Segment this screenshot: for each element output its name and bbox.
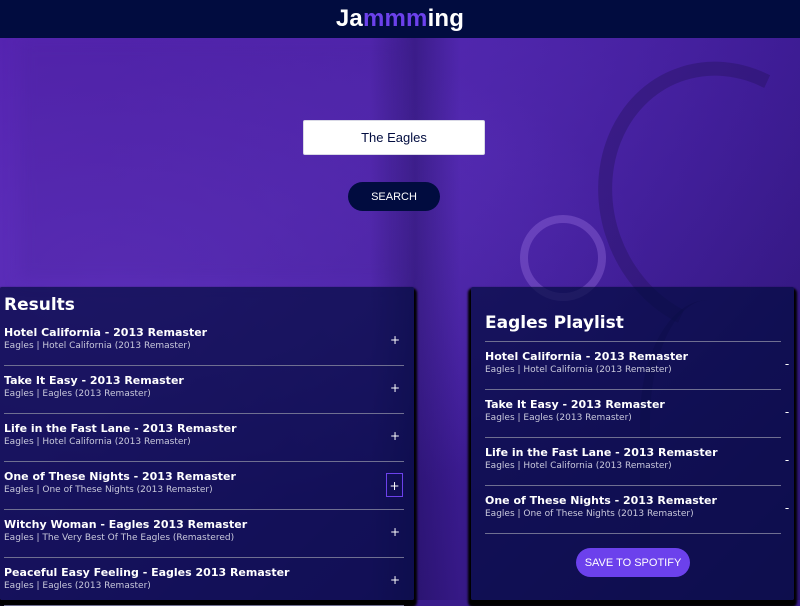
track-name: Life in the Fast Lane - 2013 Remaster (485, 446, 718, 459)
remove-track-button[interactable]: - (778, 402, 796, 422)
result-track: Life in the Fast Lane - 2013 Remaster Ea… (4, 414, 404, 462)
logo-text-highlight: mmm (362, 5, 428, 32)
playlist-name-input[interactable] (485, 313, 779, 333)
add-track-button[interactable]: + (386, 570, 404, 590)
remove-track-button[interactable]: - (778, 450, 796, 470)
track-info: Eagles | Hotel California (2013 Remaster… (485, 365, 672, 375)
track-info: Eagles | Hotel California (2013 Remaster… (485, 461, 672, 471)
add-track-button[interactable]: + (386, 330, 404, 350)
track-name: One of These Nights - 2013 Remaster (485, 494, 717, 507)
track-name: Hotel California - 2013 Remaster (4, 326, 208, 339)
logo-text-end: ing (427, 5, 465, 32)
track-info: Eagles | Eagles (2013 Remaster) (4, 581, 151, 591)
app-logo: Jammming (336, 5, 464, 32)
track-name: Witchy Woman - Eagles 2013 Remaster (4, 518, 248, 531)
playlist-track: Life in the Fast Lane - 2013 Remaster Ea… (485, 438, 789, 486)
track-name: Life in the Fast Lane - 2013 Remaster (4, 422, 237, 435)
playlist-track: One of These Nights - 2013 Remaster Eagl… (485, 486, 789, 534)
add-track-button[interactable]: + (386, 473, 403, 497)
search-input[interactable] (303, 120, 485, 155)
track-name: Take It Easy - 2013 Remaster (4, 374, 184, 387)
playlist-track: Take It Easy - 2013 Remaster Eagles | Ea… (485, 390, 789, 438)
track-info: Eagles | One of These Nights (2013 Remas… (485, 509, 694, 519)
search-results-panel: Results Hotel California - 2013 Remaster… (0, 287, 414, 606)
result-track: Witchy Woman - Eagles 2013 Remaster Eagl… (4, 510, 404, 558)
track-info: Eagles | Hotel California (2013 Remaster… (4, 437, 191, 447)
track-name: Hotel California - 2013 Remaster (485, 350, 689, 363)
track-info: Eagles | The Very Best Of The Eagles (Re… (4, 533, 235, 543)
track-name: Peaceful Easy Feeling - Eagles 2013 Rema… (4, 566, 290, 579)
track-info: Eagles | Eagles (2013 Remaster) (4, 389, 151, 399)
save-to-spotify-button[interactable]: SAVE TO SPOTIFY (576, 548, 690, 577)
add-track-button[interactable]: + (386, 426, 404, 446)
result-track: Take It Easy - 2013 Remaster Eagles | Ea… (4, 366, 404, 414)
track-name: Take It Easy - 2013 Remaster (485, 398, 665, 411)
result-track: One of These Nights - 2013 Remaster Eagl… (4, 462, 404, 510)
result-track: Peaceful Easy Feeling - Eagles 2013 Rema… (4, 558, 404, 606)
logo-text-start: Ja (335, 5, 363, 32)
app-header: Jammming (0, 0, 800, 38)
track-info: Eagles | One of These Nights (2013 Remas… (4, 485, 213, 495)
track-info: Eagles | Eagles (2013 Remaster) (485, 413, 632, 423)
result-track: Hotel California - 2013 Remaster Eagles … (4, 318, 404, 366)
playlist-track: Hotel California - 2013 Remaster Eagles … (485, 342, 789, 390)
track-info: Eagles | Hotel California (2013 Remaster… (4, 341, 191, 351)
background-shade (20, 40, 400, 280)
search-button[interactable]: SEARCH (348, 182, 440, 211)
add-track-button[interactable]: + (386, 522, 404, 542)
remove-track-button[interactable]: - (778, 354, 796, 374)
track-name: One of These Nights - 2013 Remaster (4, 470, 236, 483)
add-track-button[interactable]: + (386, 378, 404, 398)
results-title: Results (4, 295, 75, 315)
remove-track-button[interactable]: - (778, 498, 796, 518)
